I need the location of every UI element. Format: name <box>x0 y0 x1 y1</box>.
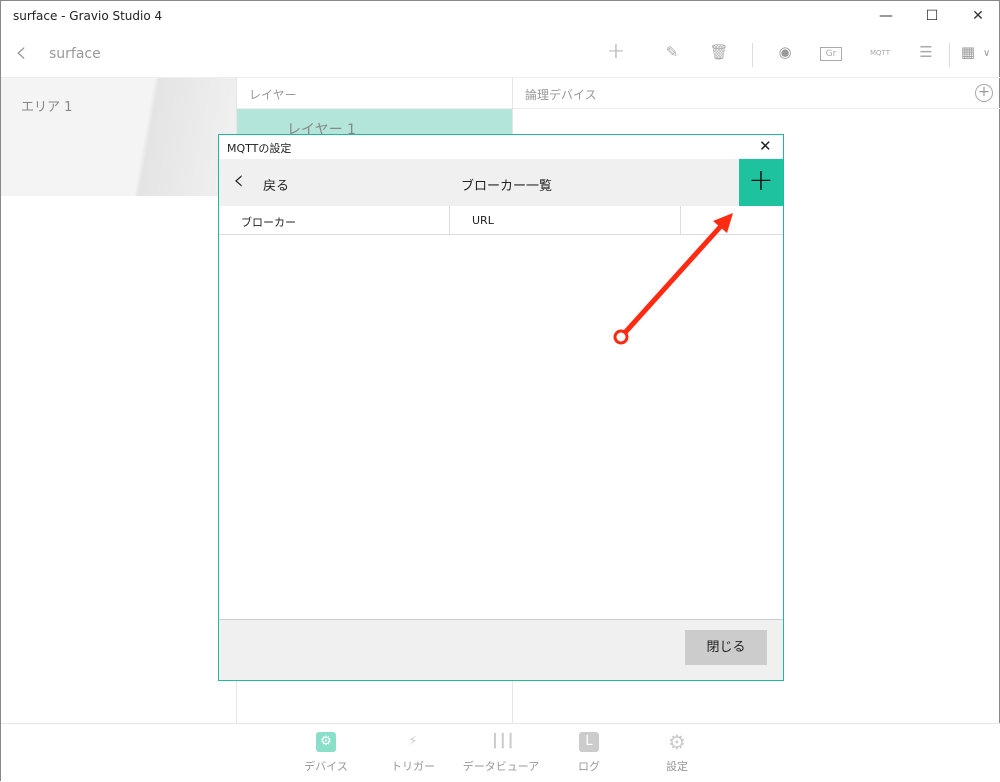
nav-label: 設定 <box>666 760 688 773</box>
nav-data-viewer[interactable]: ┃┃┃ データビューア <box>461 732 541 774</box>
nav-triggers[interactable]: ⚡ トリガー <box>373 732 453 774</box>
chart-icon: ┃┃┃ <box>491 732 511 752</box>
trigger-icon: ⚡ <box>403 732 423 752</box>
log-icon: L <box>579 732 599 752</box>
bottom-nav: ⚙ デバイス ⚡ トリガー ┃┃┃ データビューア L ログ ⚙ 設定 <box>1 723 1000 782</box>
nav-label: デバイス <box>304 760 348 773</box>
nav-label: トリガー <box>391 760 435 773</box>
arrow-line <box>621 226 721 337</box>
arrow-origin <box>615 331 627 343</box>
nav-devices[interactable]: ⚙ デバイス <box>286 732 366 774</box>
nav-log[interactable]: L ログ <box>549 732 629 774</box>
nav-label: ログ <box>578 760 600 773</box>
annotation-arrow <box>1 1 1000 782</box>
nav-settings[interactable]: ⚙ 設定 <box>637 732 717 774</box>
gear-icon: ⚙ <box>316 732 336 752</box>
settings-gear-icon: ⚙ <box>667 732 687 752</box>
nav-label: データビューア <box>463 760 540 773</box>
